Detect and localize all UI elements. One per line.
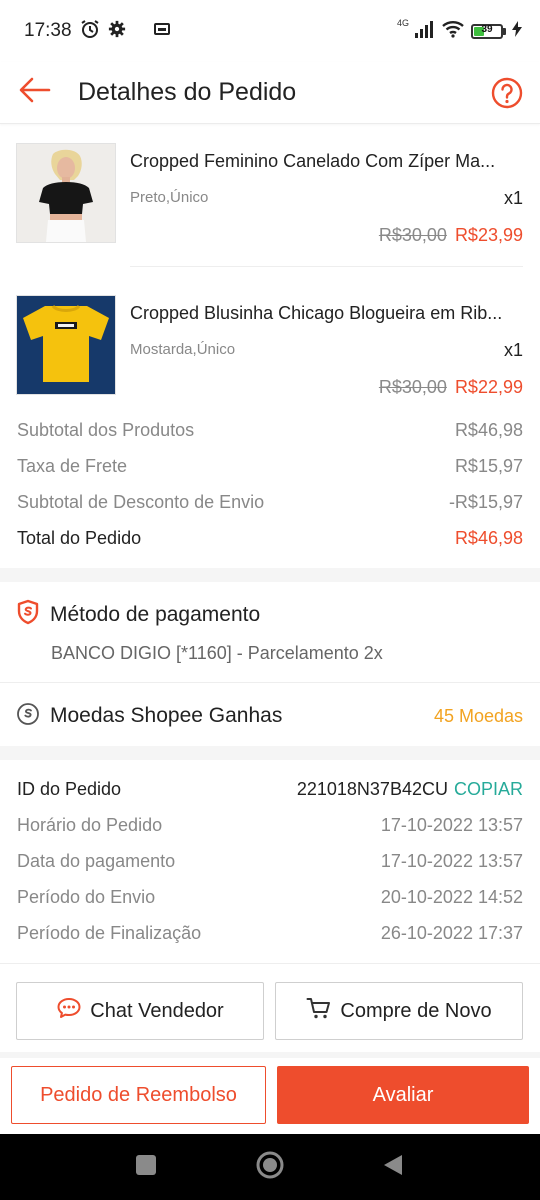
back-arrow-icon — [19, 77, 51, 108]
coins-earned-row: Moedas Shopee Ganhas 45 Moedas — [16, 700, 523, 732]
system-navigation-bar — [0, 1134, 540, 1200]
summary-row-shipping: Taxa de Frete R$15,97 — [17, 456, 523, 480]
product-quantity: x1 — [503, 340, 523, 360]
info-value: 20-10-2022 14:52 — [380, 887, 523, 907]
payment-method-header: Método de pagamento — [16, 599, 260, 630]
payment-method-title: Método de pagamento — [50, 602, 261, 626]
product-name: Cropped Blusinha Chicago Blogueira em Ri… — [130, 303, 503, 323]
wifi-icon — [441, 20, 465, 43]
divider — [0, 963, 540, 964]
chat-seller-label: Chat Vendedor — [90, 999, 224, 1022]
info-label: Data do pagamento — [17, 851, 176, 871]
coin-icon — [16, 702, 40, 731]
coins-value: 45 Moedas — [433, 705, 523, 726]
status-bar: 17:38 4G 39 — [0, 0, 540, 62]
product-quantity: x1 — [503, 188, 523, 208]
buy-again-button[interactable]: Compre de Novo — [275, 982, 523, 1040]
coins-title: Moedas Shopee Ganhas — [50, 704, 283, 727]
product-prices: R$30,00 R$22,99 — [379, 377, 523, 398]
info-label: Período do Envio — [17, 887, 156, 907]
summary-label: Taxa de Frete — [17, 456, 128, 476]
network-type: 4G — [396, 18, 409, 28]
original-price: R$30,00 — [378, 377, 447, 397]
back-button[interactable] — [0, 62, 70, 124]
order-total-label: Total do Pedido — [17, 528, 142, 548]
section-gap — [0, 746, 540, 760]
help-icon — [490, 77, 524, 114]
app-header: Detalhes do Pedido — [0, 62, 540, 124]
shield-icon — [16, 599, 40, 630]
refund-request-label: Pedido de Reembolso — [40, 1083, 237, 1106]
order-id-label: ID do Pedido — [17, 779, 122, 799]
info-value: 17-10-2022 13:57 — [380, 851, 523, 871]
nav-recents-button[interactable] — [106, 1134, 186, 1200]
product-image — [16, 295, 116, 395]
original-price: R$30,00 — [378, 225, 447, 245]
product-variant: Mostarda,Único — [130, 341, 236, 358]
product-name: Cropped Feminino Canelado Com Zíper Ma..… — [130, 151, 496, 171]
info-value: 17-10-2022 13:57 — [380, 815, 523, 835]
alarm-icon — [80, 19, 100, 44]
nav-home-button[interactable] — [230, 1134, 310, 1200]
info-label: Período de Finalização — [17, 923, 202, 943]
battery-percent: 39 — [481, 23, 493, 35]
nav-recents-icon — [135, 1154, 157, 1181]
divider — [0, 682, 540, 683]
info-value: 26-10-2022 17:37 — [380, 923, 523, 943]
product-divider — [130, 266, 523, 267]
refund-request-button[interactable]: Pedido de Reembolso — [11, 1066, 266, 1124]
summary-row-shipping-discount: Subtotal de Desconto de Envio -R$15,97 — [17, 492, 523, 516]
sale-price: R$22,99 — [454, 377, 523, 397]
order-id-value: 221018N37B42CU — [296, 779, 448, 799]
summary-row-subtotal: Subtotal dos Produtos R$46,98 — [17, 420, 523, 444]
charging-icon — [512, 20, 522, 42]
nav-home-icon — [255, 1150, 285, 1185]
rate-label: Avaliar — [372, 1083, 434, 1106]
order-time-row: Horário do Pedido 17-10-2022 13:57 — [17, 815, 523, 839]
payment-date-row: Data do pagamento 17-10-2022 13:57 — [17, 851, 523, 875]
completion-period-row: Período de Finalização 26-10-2022 17:37 — [17, 923, 523, 947]
summary-label: Subtotal de Desconto de Envio — [17, 492, 265, 512]
sim-icon — [153, 22, 170, 41]
chat-seller-button[interactable]: Chat Vendedor — [16, 982, 264, 1040]
nav-back-button[interactable] — [353, 1134, 433, 1200]
section-gap — [0, 1052, 540, 1058]
signal-icon — [415, 20, 435, 43]
section-gap — [0, 568, 540, 582]
product-item[interactable]: Cropped Blusinha Chicago Blogueira em Ri… — [0, 295, 540, 415]
order-total-value: R$46,98 — [454, 528, 523, 548]
buy-again-label: Compre de Novo — [340, 999, 492, 1022]
product-item[interactable]: Cropped Feminino Canelado Com Zíper Ma..… — [0, 143, 540, 263]
page-title: Detalhes do Pedido — [78, 78, 297, 106]
cart-icon — [306, 996, 332, 1026]
order-id-value-group: 221018N37B42CU COPIAR — [297, 779, 523, 803]
summary-value: R$15,97 — [454, 456, 523, 476]
chat-icon — [56, 996, 82, 1026]
nav-back-icon — [382, 1153, 404, 1182]
summary-value: -R$15,97 — [448, 492, 523, 512]
summary-row-total: Total do Pedido R$46,98 — [17, 528, 523, 552]
rate-button[interactable]: Avaliar — [277, 1066, 529, 1124]
product-prices: R$30,00 R$23,99 — [379, 225, 523, 246]
sale-price: R$23,99 — [454, 225, 523, 245]
product-variant: Preto,Único — [130, 189, 209, 206]
help-button[interactable] — [490, 76, 524, 110]
order-id-row: ID do Pedido 221018N37B42CU COPIAR — [17, 779, 523, 803]
payment-method-detail: BANCO DIGIO [*1160] - Parcelamento 2x — [51, 643, 383, 663]
battery-icon: 39 — [471, 23, 506, 39]
shipping-period-row: Período do Envio 20-10-2022 14:52 — [17, 887, 523, 911]
product-image — [16, 143, 116, 243]
info-label: Horário do Pedido — [17, 815, 163, 835]
copy-order-id-button[interactable]: COPIAR — [454, 779, 523, 799]
summary-value: R$46,98 — [454, 420, 523, 440]
summary-label: Subtotal dos Produtos — [17, 420, 195, 440]
settings-icon — [108, 20, 126, 43]
status-time: 17:38 — [24, 20, 72, 41]
